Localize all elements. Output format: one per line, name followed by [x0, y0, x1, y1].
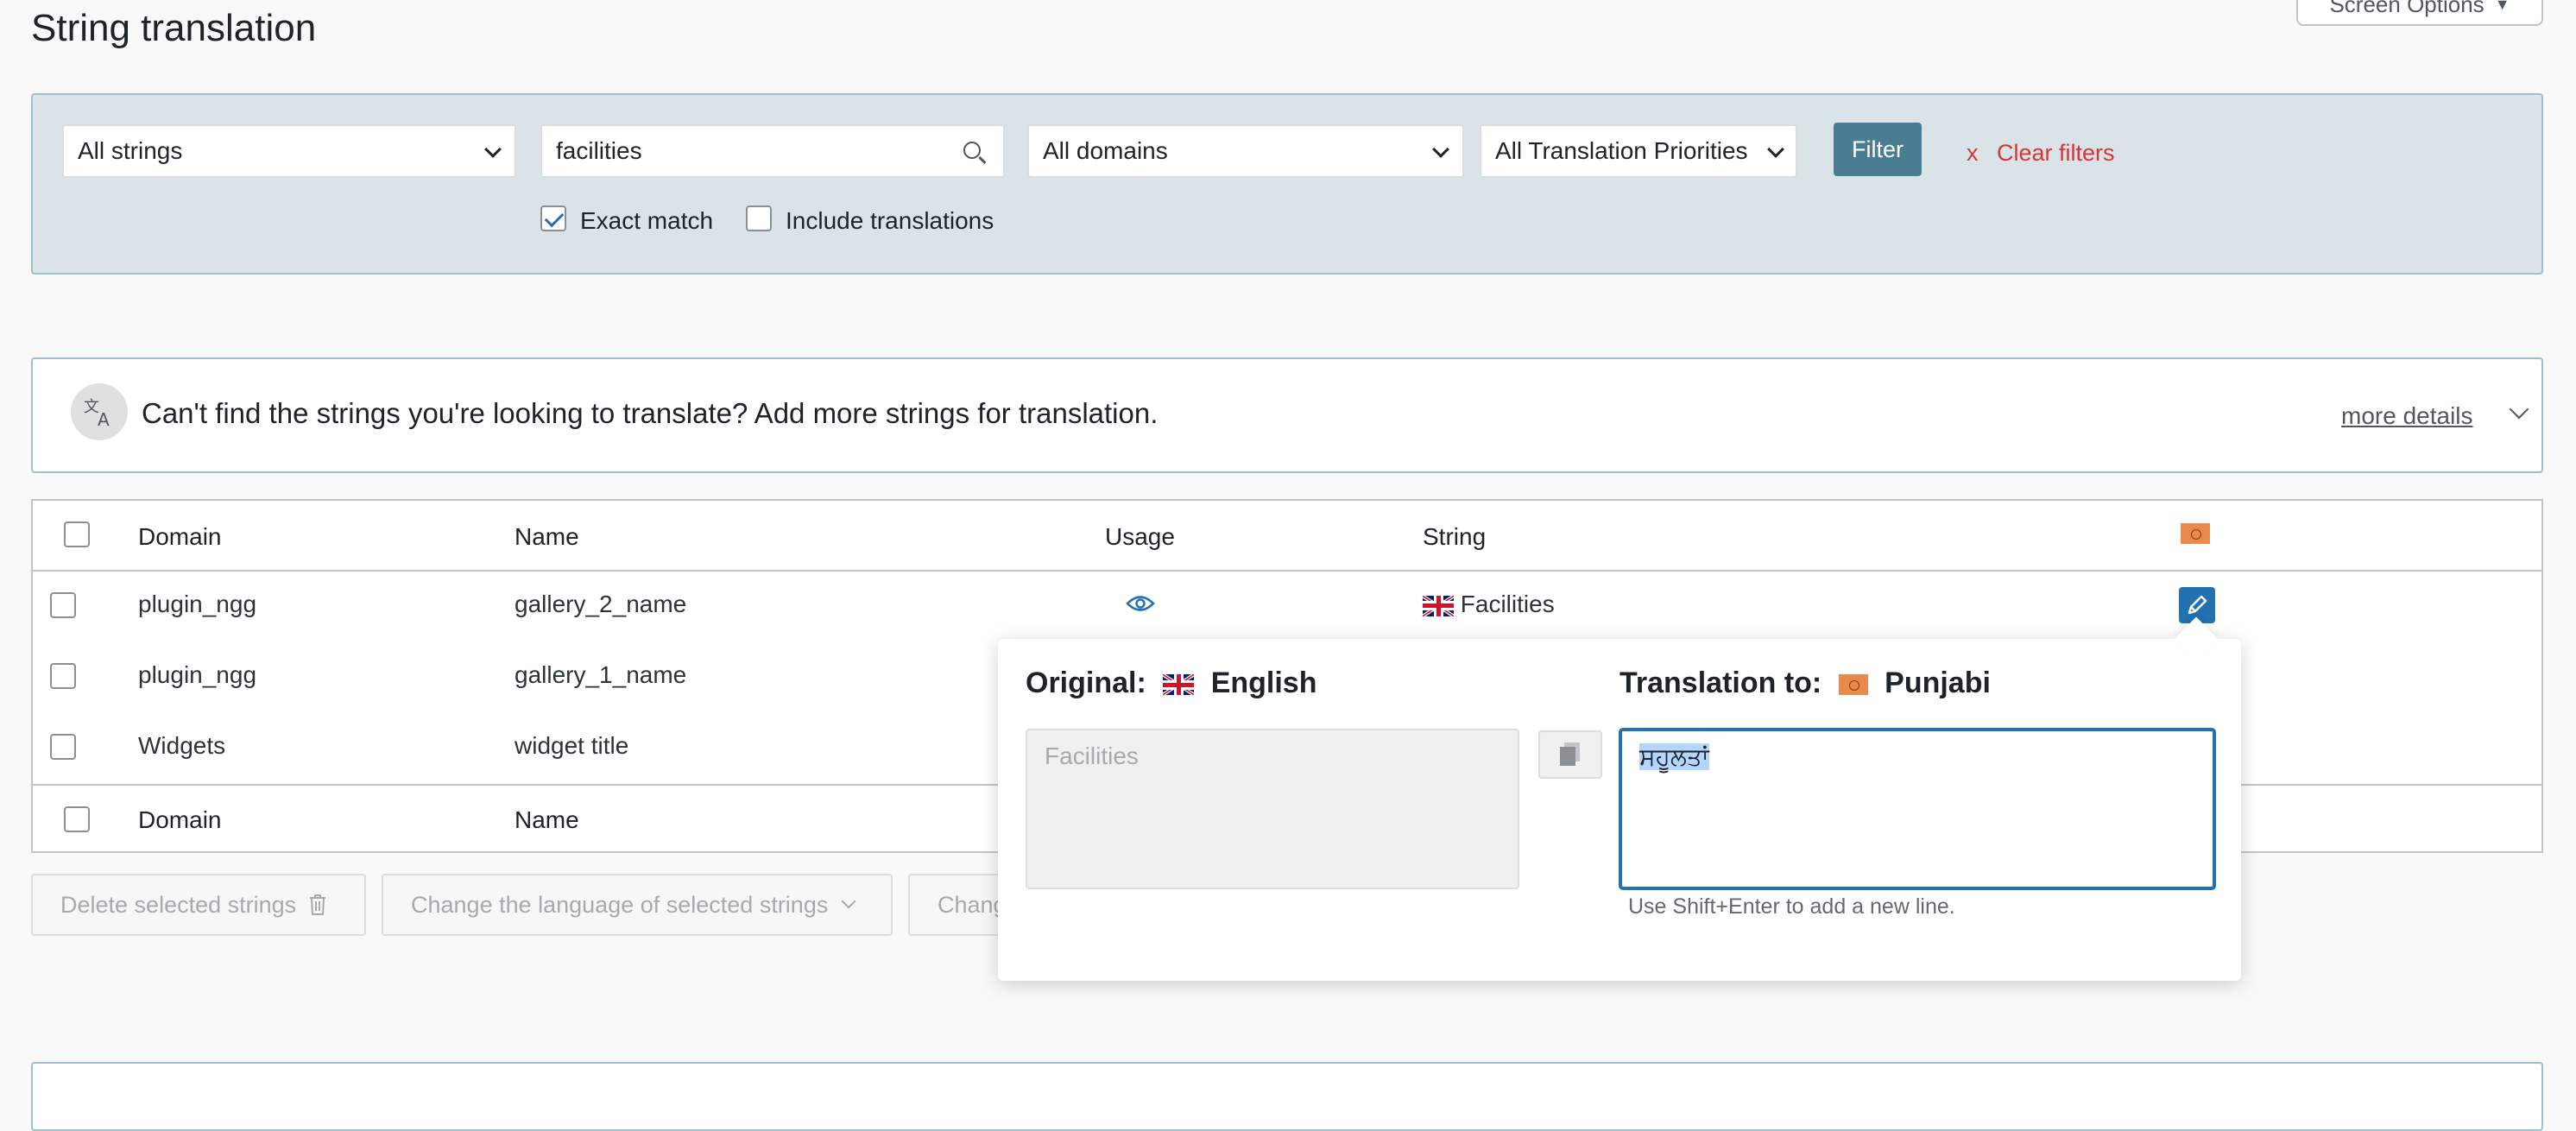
row-name: widget title — [515, 732, 629, 759]
select-all-footer-checkbox[interactable] — [64, 806, 90, 832]
chevron-down-icon — [841, 894, 856, 909]
original-label: Original: — [1026, 667, 1146, 699]
row-string-text: Facilities — [1460, 591, 1555, 617]
translation-text-area[interactable]: ਸਹੂਲਤਾਂ — [1619, 729, 2215, 889]
translation-heading: Translation to: Punjabi — [1619, 667, 1991, 700]
eye-icon[interactable] — [1126, 594, 1155, 613]
bottom-panel — [31, 1062, 2543, 1131]
add-strings-notice: 文 A Can't find the strings you're lookin… — [31, 357, 2543, 473]
chevron-down-icon[interactable] — [2509, 399, 2529, 420]
row-domain: plugin_ngg — [138, 661, 257, 688]
original-text: Facilities — [1045, 742, 1139, 769]
copy-icon — [1560, 742, 1580, 766]
screen-options-label: Screen Options — [2329, 0, 2484, 17]
caret-down-icon: ▼ — [2494, 0, 2510, 13]
change-language-button[interactable]: Change the language of selected strings — [382, 874, 893, 936]
clear-x-icon: x — [1967, 140, 1979, 166]
chevron-down-icon — [1767, 141, 1784, 158]
include-translations-checkbox[interactable] — [746, 205, 772, 231]
punjabi-flag-icon — [2181, 523, 2210, 544]
row-domain: Widgets — [138, 732, 226, 759]
delete-selected-button[interactable]: Delete selected strings — [31, 874, 366, 936]
row-domain: plugin_ngg — [138, 591, 257, 617]
header-string[interactable]: String — [1423, 523, 1486, 551]
strings-select[interactable]: All strings — [62, 124, 516, 178]
footer-domain[interactable]: Domain — [138, 806, 221, 834]
page-title: String translation — [31, 7, 317, 49]
change-language-label: Change the language of selected strings — [411, 891, 829, 918]
search-input[interactable]: facilities — [540, 124, 1005, 178]
translate-icon-glyph: 文 A — [84, 398, 110, 429]
include-translations-label: Include translations — [786, 207, 994, 234]
clear-filters-label: Clear filters — [1997, 140, 2115, 166]
original-text-area: Facilities — [1026, 729, 1519, 889]
row-checkbox[interactable] — [50, 734, 76, 760]
translation-language: Punjabi — [1885, 667, 1991, 699]
row-name: gallery_1_name — [515, 661, 687, 688]
notice-text: Can't find the strings you're looking to… — [142, 397, 1159, 429]
newline-hint: Use Shift+Enter to add a new line. — [1628, 894, 1955, 919]
screen-options-button[interactable]: Screen Options ▼ — [2296, 0, 2543, 26]
chevron-down-icon — [484, 141, 502, 158]
translate-icon: 文 A — [71, 383, 128, 440]
punjabi-flag-icon — [1838, 674, 1868, 696]
uk-flag-icon — [1163, 674, 1195, 696]
row-checkbox[interactable] — [50, 663, 76, 689]
row-string: Facilities — [1423, 591, 1555, 618]
exact-match-label: Exact match — [580, 207, 714, 234]
delete-selected-label: Delete selected strings — [60, 891, 297, 918]
divider — [33, 570, 2541, 572]
footer-name[interactable]: Name — [515, 806, 579, 834]
pencil-icon — [2188, 595, 2207, 615]
filter-panel: All strings facilities All domains All T… — [31, 93, 2543, 275]
select-all-checkbox[interactable] — [64, 521, 90, 547]
svg-text:A: A — [98, 409, 110, 429]
search-icon[interactable] — [963, 142, 981, 159]
header-domain[interactable]: Domain — [138, 523, 221, 551]
more-details-link[interactable]: more details — [2341, 402, 2473, 430]
chevron-down-icon — [1432, 141, 1449, 158]
exact-match-checkbox[interactable] — [540, 205, 566, 231]
copy-original-button[interactable] — [1538, 730, 1602, 779]
change-other-button[interactable]: Chang — [908, 874, 1012, 936]
translation-text: ਸਹੂਲਤਾਂ — [1639, 743, 1709, 770]
header-name[interactable]: Name — [515, 523, 579, 551]
priorities-select-value: All Translation Priorities — [1495, 137, 1748, 164]
domains-select[interactable]: All domains — [1027, 124, 1464, 178]
change-other-label: Chang — [938, 891, 1007, 918]
translation-label: Translation to: — [1619, 667, 1822, 699]
domains-select-value: All domains — [1043, 137, 1168, 164]
header-usage: Usage — [1105, 523, 1175, 550]
priorities-select[interactable]: All Translation Priorities — [1480, 124, 1797, 178]
original-heading: Original: English — [1026, 667, 1317, 700]
clear-filters-link[interactable]: x Clear filters — [1967, 140, 2115, 167]
uk-flag-icon — [1423, 595, 1454, 616]
row-name: gallery_2_name — [515, 591, 687, 617]
strings-select-value: All strings — [78, 137, 183, 164]
filter-button[interactable]: Filter — [1834, 123, 1922, 176]
row-checkbox[interactable] — [50, 592, 76, 618]
original-language: English — [1210, 667, 1317, 699]
trash-icon — [310, 894, 326, 915]
search-input-value: facilities — [556, 137, 642, 164]
